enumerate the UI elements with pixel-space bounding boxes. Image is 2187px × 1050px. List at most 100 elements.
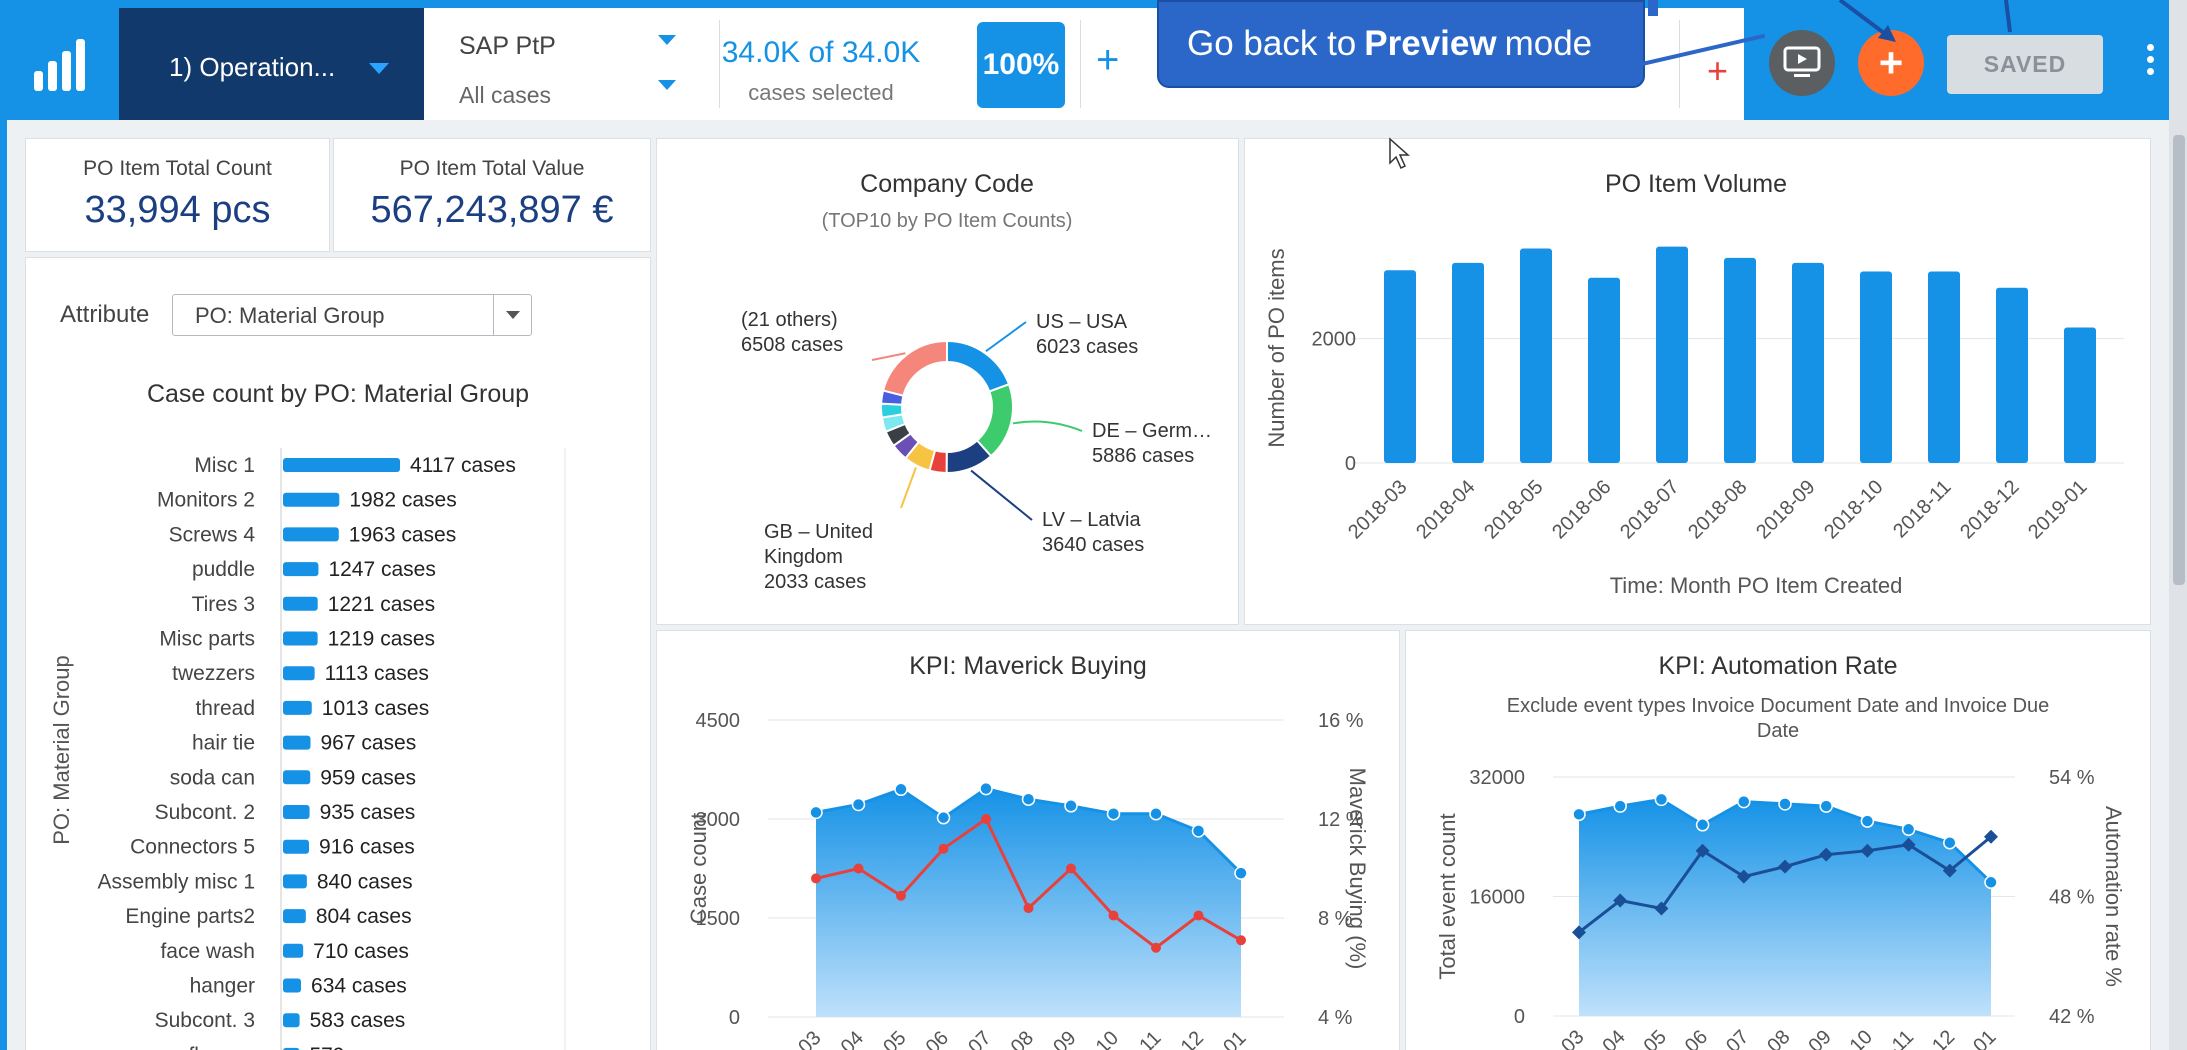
category-label: thread — [195, 697, 255, 720]
material-group-chart: Case count by PO: Material Group PO: Mate… — [49, 380, 566, 1050]
y-tick-label: 0 — [1514, 1006, 1525, 1028]
value-label: 579 cases — [309, 1044, 405, 1050]
tooltip-suffix: mode — [1504, 24, 1593, 63]
value-label: 710 cases — [313, 940, 409, 963]
analysis-name: 1) Operation... — [169, 52, 336, 82]
value-label: 4117 cases — [410, 454, 516, 477]
chart-subtitle: (TOP10 by PO Item Counts) — [822, 210, 1073, 232]
kpi-card-count: PO Item Total Count 33,994 pcs — [25, 138, 330, 252]
data-point — [1943, 835, 1957, 850]
y-tick-label: 4500 — [696, 710, 741, 732]
scrollbar-thumb[interactable] — [2173, 135, 2185, 585]
data-point2 — [811, 873, 821, 884]
data-point — [851, 797, 866, 812]
preview-mode-tooltip: Go back to Preview mode — [1157, 0, 1645, 88]
tooltip-arrows — [1838, 0, 2012, 42]
vertical-scrollbar[interactable] — [2169, 0, 2187, 1050]
x-axis-label: Time: Month PO Item Created — [1610, 573, 1903, 598]
category-label: twezzers — [172, 662, 255, 685]
category-label: puddle — [192, 558, 255, 581]
x-tick-label: -03 — [790, 1027, 826, 1050]
bar — [283, 978, 302, 993]
pie-slice — [880, 402, 904, 419]
analysis-selector[interactable]: 1) Operation... — [119, 8, 424, 120]
data-point2 — [1193, 910, 1204, 921]
slice-label: LV – Latvia — [1042, 509, 1141, 531]
y-axis-label: Case count — [686, 813, 711, 924]
app-logo-icon[interactable] — [7, 8, 119, 120]
tooltip-bold: Preview — [1364, 24, 1497, 63]
value-label: 1113 cases — [325, 662, 429, 685]
chevron-down-icon[interactable] — [658, 35, 676, 45]
category-label: hair tie — [192, 732, 255, 755]
x-tick-label: -08 — [1759, 1026, 1795, 1050]
y2-tick-label: 48 % — [2049, 887, 2095, 909]
category-label: flowers — [188, 1044, 255, 1050]
category-label: Assembly misc 1 — [97, 870, 255, 893]
data-point — [809, 805, 823, 820]
y2-tick-label: 16 % — [1318, 710, 1364, 732]
category-label: face wash — [160, 940, 255, 963]
data-point — [894, 782, 908, 797]
category-label: Monitors 2 — [157, 489, 255, 512]
bar — [283, 1013, 300, 1028]
attribute-dropdown[interactable]: PO: Material Group — [172, 294, 532, 336]
more-options-icon[interactable] — [2147, 44, 2155, 80]
kpi-card-value: PO Item Total Value 567,243,897 € — [333, 138, 651, 252]
x-tick-label: -09 — [1045, 1027, 1081, 1050]
x-tick-label: -12 — [1172, 1027, 1208, 1050]
maverick-buying-chart: KPI: Maverick Buying450030001500016 %12 … — [686, 652, 1370, 1050]
case-scope-dropdown[interactable]: All cases — [459, 82, 551, 109]
data-point2 — [1151, 942, 1161, 953]
add-filter-button[interactable]: + — [1096, 38, 1119, 83]
value-label: 1247 cases — [328, 558, 435, 581]
x-tick-label: 2018-04 — [1412, 476, 1479, 543]
leader-line — [985, 321, 1027, 353]
mouse-cursor-icon — [1389, 137, 1410, 170]
bar — [283, 631, 318, 646]
y-tick-label: 32000 — [1469, 767, 1525, 789]
data-point2 — [938, 843, 949, 854]
automation-rate-chart: KPI: Automation Rate Exclude event types … — [1435, 652, 2126, 1050]
x-tick-label: -04 — [832, 1027, 868, 1050]
attribute-selected-value: PO: Material Group — [195, 303, 385, 328]
bar — [1520, 248, 1552, 463]
bar — [283, 458, 400, 472]
value-label: 840 cases — [317, 870, 413, 893]
value-label: 967 cases — [320, 732, 416, 755]
chart-subtitle: Exclude event types Invoice Document Dat… — [1507, 695, 2050, 717]
kpi-value-value: 567,243,897 € — [370, 189, 614, 231]
y2-tick-label: 4 % — [1318, 1007, 1353, 1029]
category-label: hanger — [190, 975, 255, 998]
y2-axis-label: Maverick Buying (%) — [1345, 768, 1370, 970]
slice-label: GB – United — [764, 521, 873, 543]
chart-title: KPI: Maverick Buying — [909, 652, 1147, 680]
bar — [1724, 257, 1756, 463]
divider — [493, 295, 494, 335]
category-label: Screws 4 — [169, 523, 256, 546]
data-point — [1737, 794, 1751, 809]
chart-subtitle: Date — [1757, 720, 1799, 742]
bar — [1452, 262, 1484, 463]
value-label: 583 cases — [310, 1009, 406, 1032]
data-point — [1191, 824, 1206, 838]
value-label: 1013 cases — [322, 697, 429, 720]
bar — [283, 943, 304, 958]
data-point — [979, 781, 993, 796]
x-tick-label: -10 — [1087, 1027, 1123, 1050]
add-red-button[interactable]: + — [1707, 50, 1728, 92]
category-label: soda can — [170, 766, 255, 789]
kpi-count-label: PO Item Total Count — [83, 157, 272, 180]
bar — [283, 527, 339, 542]
data-model-dropdown[interactable]: SAP PtP — [459, 32, 556, 61]
tooltip-prefix: Go back to — [1187, 24, 1357, 63]
slice-value: 6508 cases — [741, 334, 843, 356]
x-tick-label: -03 — [1553, 1026, 1589, 1050]
bar — [1656, 246, 1688, 463]
y2-tick-label: 54 % — [2049, 767, 2095, 789]
x-tick-label: -11 — [1131, 1027, 1166, 1050]
bar — [283, 492, 340, 507]
chevron-down-icon[interactable] — [658, 80, 676, 90]
y-axis-label: Number of PO items — [1264, 248, 1289, 447]
x-tick-label: -08 — [1002, 1027, 1038, 1050]
